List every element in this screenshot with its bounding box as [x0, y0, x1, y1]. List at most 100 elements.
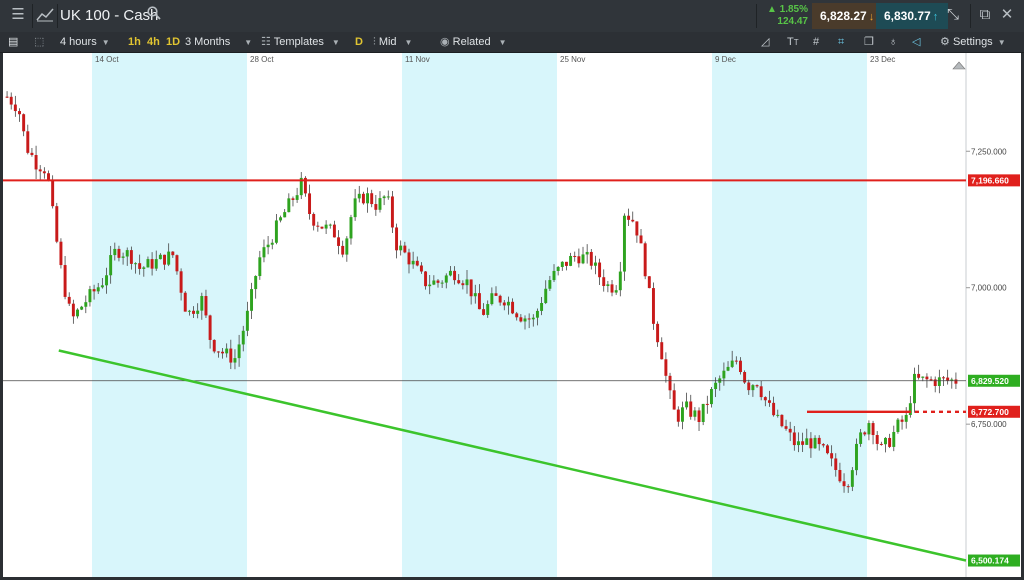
sell-price-button[interactable]: 6,828.27 ↓ — [812, 3, 880, 29]
instrument-title[interactable]: UK 100 - Cash — [60, 7, 158, 24]
candle-body — [950, 379, 954, 381]
price-type-select[interactable]: ⫶ Mid ▼ — [373, 35, 412, 49]
candle-body — [378, 198, 382, 210]
text-tool-icon[interactable]: TT — [787, 35, 799, 49]
candle-body — [84, 302, 88, 307]
change-points: 124.47 — [777, 16, 808, 27]
candle-body — [631, 219, 635, 222]
candle-body — [651, 288, 655, 324]
candle-body — [183, 292, 187, 312]
candle-body — [287, 198, 291, 213]
grid-select-icon[interactable]: ⬚ — [34, 35, 44, 49]
price-tag-label: 6,772.700 — [971, 407, 1009, 417]
candle-body — [763, 397, 767, 401]
chevron-down-icon: ▼ — [997, 38, 1006, 47]
templates-select[interactable]: ☷ Templates ▼ — [261, 35, 340, 49]
candle-body — [540, 303, 544, 311]
candle-body — [602, 277, 606, 287]
candle-body — [639, 235, 643, 244]
candle-body — [357, 193, 361, 199]
candle-body — [937, 377, 941, 386]
alert-icon[interactable]: ♁ — [889, 35, 897, 49]
candle-body — [589, 251, 593, 266]
candle-body — [374, 204, 378, 210]
chart-type-icon[interactable] — [36, 6, 54, 24]
price-tag-label: 6,500.174 — [971, 556, 1009, 566]
candle-body — [486, 304, 490, 315]
search-icon[interactable] — [145, 6, 163, 24]
candle-body — [946, 377, 950, 381]
candle-body — [581, 254, 585, 264]
candle-body — [51, 179, 55, 207]
price-chart[interactable]: 14 Oct 28 Oct 11 Nov 25 Nov 9 Dec 23 Dec 7,250… — [3, 53, 1021, 577]
range-select[interactable]: 3 Months ▼ — [185, 35, 252, 49]
candle-body — [295, 195, 299, 200]
chevron-down-icon: ▼ — [404, 38, 413, 47]
popout-icon[interactable]: ⧉ — [976, 6, 994, 24]
candle-body — [606, 284, 610, 287]
candle-body — [614, 290, 618, 293]
settings-select[interactable]: ⚙ Settings ▼ — [940, 35, 1006, 49]
divider — [756, 4, 757, 28]
related-select[interactable]: ◉ Related ▼ — [440, 35, 507, 49]
chevron-down-icon: ▼ — [101, 38, 110, 47]
candle-body — [345, 238, 349, 255]
candle-body — [668, 375, 672, 391]
candle-body — [925, 376, 929, 380]
candle-body — [349, 217, 353, 239]
candle-body — [705, 403, 709, 405]
crosshair-icon[interactable]: ⌗ — [838, 35, 844, 49]
candle-body — [498, 295, 502, 303]
candle-body — [88, 289, 92, 303]
candle-body — [751, 385, 755, 391]
y-tick-label: 7,250.000 — [971, 147, 1007, 156]
candle-body — [598, 262, 602, 278]
chart-canvas[interactable]: 14 Oct 28 Oct 11 Nov 25 Nov 9 Dec 23 Dec 7,250… — [3, 53, 1021, 577]
buy-price-button[interactable]: 6,830.77 ↑ — [876, 3, 948, 29]
candle-body — [622, 215, 626, 272]
candle-body — [801, 441, 805, 445]
quick-4h-button[interactable]: 4h — [147, 35, 160, 49]
interval-select[interactable]: 4 hours ▼ — [60, 35, 110, 49]
collapse-icon[interactable]: ⤡ — [944, 6, 962, 24]
quick-1h-button[interactable]: 1h — [128, 35, 141, 49]
layers-icon[interactable]: ❐ — [864, 35, 874, 49]
close-icon[interactable]: ✕ — [998, 6, 1016, 24]
candle-body — [954, 379, 958, 384]
hamburger-menu-icon[interactable]: ☰ — [9, 6, 27, 24]
candle-body — [821, 444, 825, 446]
shaded-period — [402, 53, 557, 577]
candle-body — [685, 401, 689, 408]
candle-body — [792, 432, 796, 446]
d-button[interactable]: D — [355, 35, 363, 49]
candle-body — [929, 379, 933, 381]
price-tag: 6,772.700 — [968, 405, 1020, 418]
candle-body — [875, 435, 879, 444]
candle-body — [250, 289, 254, 311]
grid-icon[interactable]: # — [813, 35, 819, 49]
candle-body — [241, 330, 245, 345]
candle-body — [676, 409, 680, 422]
candle-body — [283, 212, 287, 218]
candle-body — [266, 244, 270, 248]
candle-body — [867, 423, 871, 435]
candle-body — [47, 173, 50, 180]
candle-body — [618, 271, 622, 291]
candle-body — [291, 198, 295, 200]
candle-body — [855, 443, 858, 471]
candle-body — [328, 224, 332, 226]
quick-1d-button[interactable]: 1D — [166, 35, 180, 49]
candle-body — [693, 410, 697, 417]
candle-body — [552, 270, 556, 281]
candle-body — [150, 259, 154, 269]
candle-body — [337, 237, 341, 246]
chart-toolbar: ▤ ⬚ 4 hours ▼ 1h 4h 1D 3 Months ▼ ☷ Templa… — [0, 32, 1024, 53]
shape-tool-icon[interactable]: ◁ — [912, 35, 920, 49]
candle-body — [411, 260, 415, 265]
candle-body — [502, 302, 506, 306]
candle-body — [80, 306, 84, 310]
candle-body — [544, 288, 548, 304]
candle-body — [921, 376, 925, 378]
draw-line-icon[interactable]: ◿ — [761, 35, 769, 49]
panel-toggle-icon[interactable]: ▤ — [8, 35, 18, 49]
